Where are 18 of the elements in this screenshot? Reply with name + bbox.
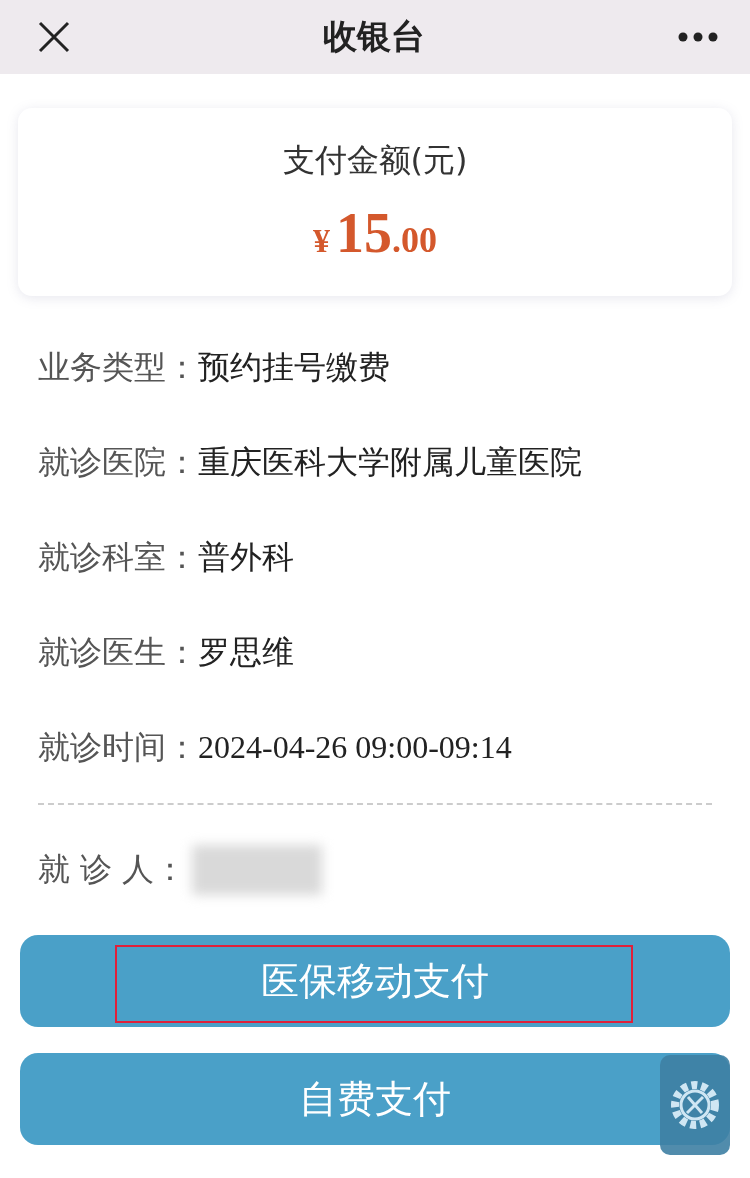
detail-label: 就诊医生： [38, 631, 198, 673]
detail-label: 就诊科室： [38, 536, 198, 578]
detail-value: 普外科 [198, 537, 294, 577]
detail-value: 罗思维 [198, 632, 294, 672]
amount-label: 支付金额(元) [282, 140, 468, 181]
detail-label: 就诊时间： [38, 726, 198, 768]
page-title: 收银台 [323, 15, 425, 58]
more-icon[interactable] [678, 32, 718, 42]
patient-label: 就 诊 人： [38, 849, 187, 890]
detail-value: 2024-04-26 09:00-09:14 [198, 729, 512, 766]
close-icon[interactable] [38, 21, 70, 53]
detail-label: 业务类型： [38, 346, 198, 388]
pay-button[interactable]: 医保移动支付 [20, 935, 730, 1027]
gear-icon[interactable] [660, 1055, 730, 1155]
detail-value: 预约挂号缴费 [198, 347, 390, 387]
detail-label: 就诊医院： [38, 441, 198, 483]
detail-value: 重庆医科大学附属儿童医院 [198, 442, 582, 482]
payment-amount: ¥15.00 [313, 201, 437, 265]
